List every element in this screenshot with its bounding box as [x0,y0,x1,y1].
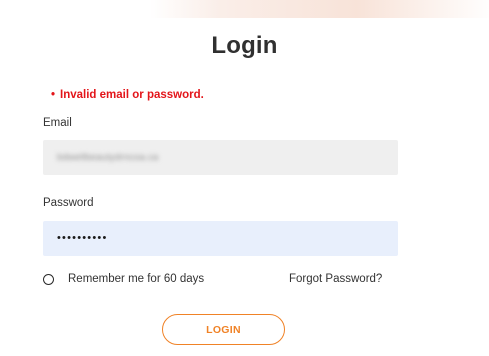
page-title: Login [211,32,278,59]
password-value: •••••••••• [57,232,108,244]
remember-me-radio[interactable] [43,273,54,285]
email-field[interactable]: bdwellbeautydrncoa.ca [43,140,398,175]
remember-me-option[interactable]: Remember me for 60 days [43,273,204,285]
password-field[interactable]: •••••••••• [43,221,398,256]
forgot-password-link[interactable]: Forgot Password? [289,273,382,285]
login-button[interactable]: LOGIN [162,314,285,345]
remember-me-label: Remember me for 60 days [68,273,205,285]
login-page: Login • Invalid email or password. Email … [0,0,489,356]
header-band [150,0,489,18]
error-text: Invalid email or password. [60,89,204,101]
password-label: Password [43,197,94,209]
email-label: Email [43,117,72,129]
email-value: bdwellbeautydrncoa.ca [57,152,159,163]
error-bullet: • [51,89,56,101]
error-message: • Invalid email or password. [51,89,204,101]
